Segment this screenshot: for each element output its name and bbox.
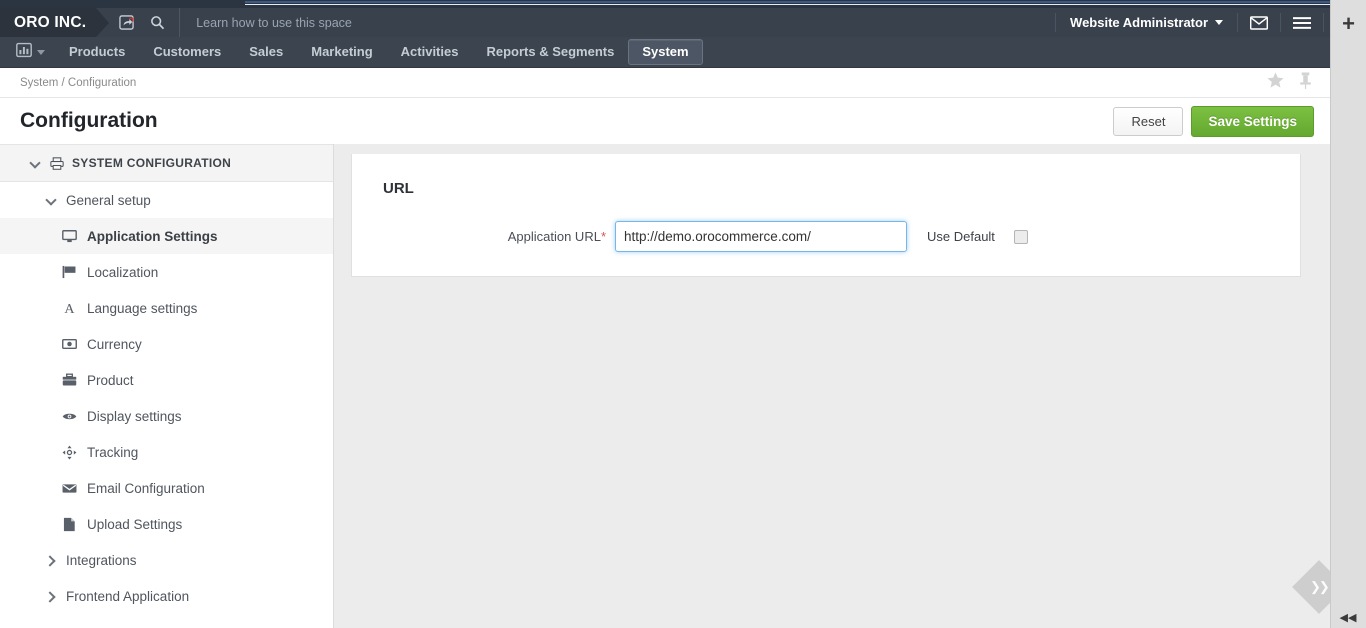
header-right-group: Website Administrator <box>1055 8 1366 37</box>
chevron-down-icon <box>37 49 45 55</box>
breadcrumb-actions <box>1266 71 1314 95</box>
sidebar-item-email-configuration[interactable]: Email Configuration <box>0 470 333 506</box>
sidebar-item-label: Tracking <box>87 444 139 460</box>
sidebar-item-label: Display settings <box>87 408 182 424</box>
url-settings-card: URL Application URL* Use Default <box>351 154 1301 277</box>
nav-item-activities[interactable]: Activities <box>387 39 473 65</box>
chrome-line-upper <box>245 1 1366 3</box>
nav-item-marketing[interactable]: Marketing <box>297 39 386 65</box>
briefcase-icon <box>62 373 77 387</box>
chrome-line-lower <box>245 4 1366 5</box>
reset-button[interactable]: Reset <box>1113 106 1184 136</box>
sidebar-group-label: Integrations <box>66 552 137 568</box>
config-content: URL Application URL* Use Default <box>334 144 1366 628</box>
sidebar-item-label: Product <box>87 372 134 388</box>
right-panel-header: + <box>1331 0 1366 68</box>
sidebar-item-upload-settings[interactable]: Upload Settings <box>0 506 333 542</box>
chevron-down-icon <box>1215 20 1223 25</box>
monitor-icon <box>62 229 77 243</box>
sidebar-item-application-settings[interactable]: Application Settings <box>0 218 333 254</box>
sidebar-item-label: Upload Settings <box>87 516 183 532</box>
use-default-label: Use Default <box>927 229 995 244</box>
sidebar-group-general-setup[interactable]: General setup <box>0 182 333 218</box>
required-asterisk: * <box>600 229 606 244</box>
use-default-checkbox[interactable] <box>1013 229 1028 244</box>
card-title: URL <box>383 180 414 197</box>
sidebar-group-label: Frontend Application <box>66 588 190 604</box>
sidebar-item-localization[interactable]: Localization <box>0 254 333 290</box>
use-default-group: Use Default <box>927 229 1028 244</box>
hamburger-menu-icon[interactable] <box>1281 8 1323 37</box>
sidebar-item-product[interactable]: Product <box>0 362 333 398</box>
sidebar-section-system-configuration[interactable]: SYSTEM CONFIGURATION <box>0 144 333 182</box>
right-side-panel: + ◀◀ <box>1330 0 1366 628</box>
collapse-arrows-glyph: ❯❯ <box>1310 578 1328 594</box>
banknote-icon <box>62 338 77 350</box>
main-column: System / Configuration Configuration Res… <box>0 68 1366 628</box>
application-url-input[interactable] <box>615 221 907 252</box>
logo-container[interactable]: ORO INC. <box>0 8 97 37</box>
envelope-icon[interactable] <box>1238 8 1280 37</box>
move-crosshair-icon <box>62 445 77 460</box>
page-actions: Reset Save Settings <box>1113 105 1314 137</box>
sidebar-group-integrations[interactable]: Integrations <box>0 542 333 578</box>
breadcrumb: System / Configuration <box>20 76 137 89</box>
chevron-right-icon <box>46 591 57 602</box>
search-icon[interactable] <box>150 15 165 30</box>
dashboard-chart-icon <box>16 42 32 63</box>
add-plus-icon[interactable]: + <box>1342 13 1355 35</box>
nav-item-products[interactable]: Products <box>55 39 139 65</box>
page-title: Configuration <box>20 109 158 132</box>
main-navigation: Products Customers Sales Marketing Activ… <box>0 37 1366 68</box>
application-url-label: Application URL* <box>352 229 615 244</box>
sidebar-item-display-settings[interactable]: Display settings <box>0 398 333 434</box>
app-header: ORO INC. Learn how to use this space Web… <box>0 8 1366 37</box>
sidebar-item-label: Localization <box>87 264 159 280</box>
logo-arrow-shape <box>96 8 110 37</box>
header-hint-text: Learn how to use this space <box>196 15 352 30</box>
flag-icon <box>62 265 77 279</box>
breadcrumb-bar: System / Configuration <box>0 68 1330 98</box>
sidebar-item-label: Application Settings <box>87 228 218 244</box>
sidebar-item-label: Email Configuration <box>87 480 205 496</box>
user-menu[interactable]: Website Administrator <box>1056 8 1237 37</box>
sidebar-item-language-settings[interactable]: A Language settings <box>0 290 333 326</box>
print-config-icon <box>49 156 64 170</box>
letter-a-icon: A <box>62 301 77 315</box>
field-label-text: Application URL <box>507 229 601 244</box>
nav-item-system[interactable]: System <box>628 39 703 65</box>
logo-text: ORO INC. <box>14 13 87 31</box>
sidebar-item-label: Currency <box>87 336 142 352</box>
sidebar-section-label: SYSTEM CONFIGURATION <box>72 156 232 170</box>
dashboard-menu-button[interactable] <box>10 42 55 63</box>
sidebar-group-frontend-application[interactable]: Frontend Application <box>0 578 333 614</box>
share-arrow-icon[interactable] <box>119 15 134 30</box>
config-sidebar: SYSTEM CONFIGURATION General setup Appli… <box>0 144 334 628</box>
chevron-right-icon <box>46 555 57 566</box>
eye-icon <box>62 411 77 422</box>
sidebar-item-tracking[interactable]: Tracking <box>0 434 333 470</box>
save-settings-button[interactable]: Save Settings <box>1191 105 1314 137</box>
star-favorite-icon[interactable] <box>1266 71 1285 95</box>
nav-item-sales[interactable]: Sales <box>235 39 297 65</box>
sidebar-group-label: General setup <box>66 192 151 208</box>
envelope-icon <box>62 483 77 494</box>
header-quick-icons <box>109 8 179 37</box>
collapse-left-icon[interactable]: ◀◀ <box>1334 608 1362 626</box>
chevron-down-icon <box>30 158 41 169</box>
application-url-row: Application URL* Use Default <box>352 221 1300 252</box>
sidebar-item-currency[interactable]: Currency <box>0 326 333 362</box>
svg-text:A: A <box>64 302 75 315</box>
chevron-down-icon <box>46 195 57 206</box>
body-area: SYSTEM CONFIGURATION General setup Appli… <box>0 144 1366 628</box>
pin-icon[interactable] <box>1297 71 1314 95</box>
file-icon <box>62 517 77 532</box>
sidebar-item-label: Language settings <box>87 300 198 316</box>
browser-chrome-strip <box>0 0 1366 8</box>
app-window: ORO INC. Learn how to use this space Web… <box>0 0 1366 628</box>
nav-item-customers[interactable]: Customers <box>139 39 235 65</box>
page-header-row: Configuration Reset Save Settings <box>0 98 1330 144</box>
nav-item-reports-segments[interactable]: Reports & Segments <box>472 39 628 65</box>
user-menu-label: Website Administrator <box>1070 15 1208 30</box>
